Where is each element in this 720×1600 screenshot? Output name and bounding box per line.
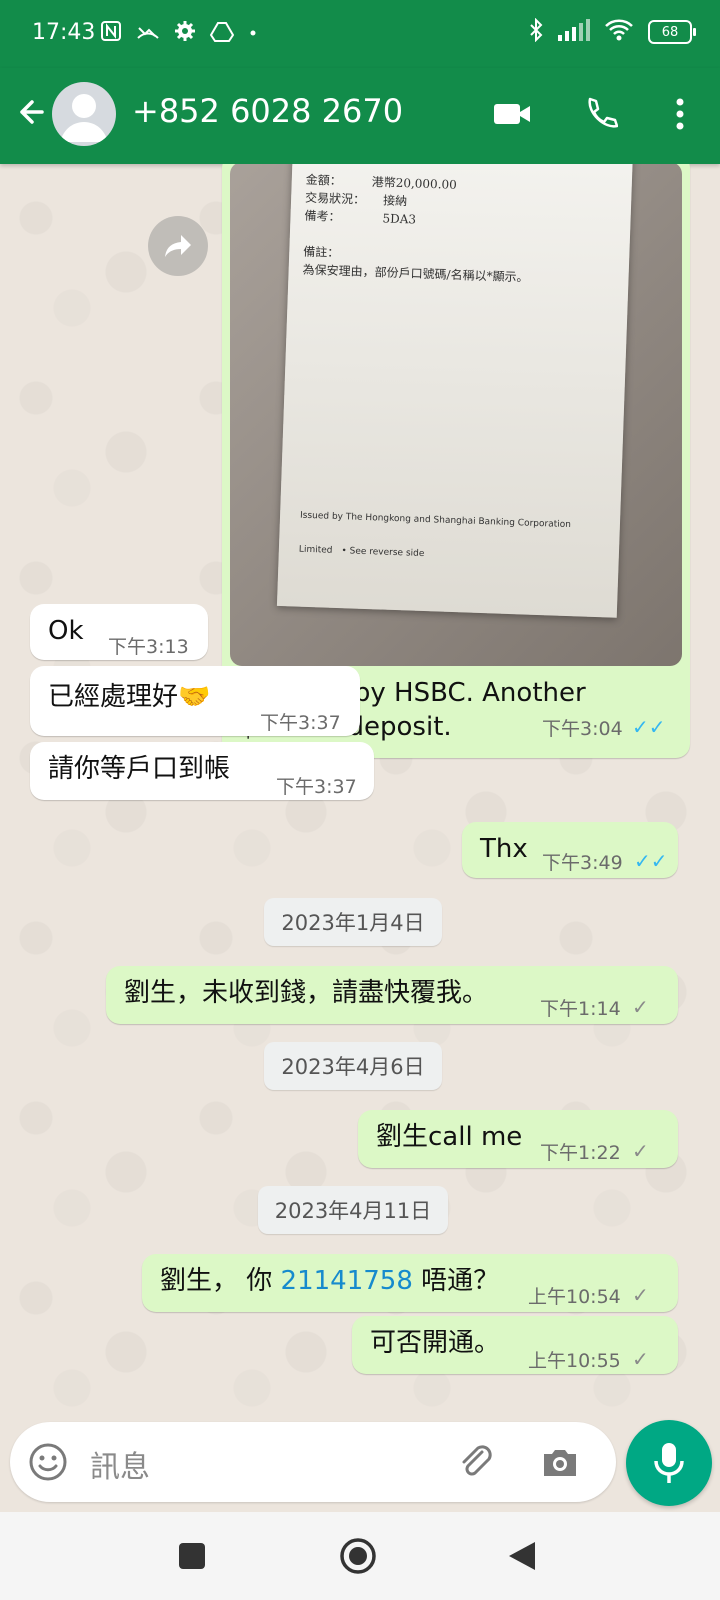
recents-icon[interactable]	[172, 1536, 212, 1576]
mic-icon	[654, 1443, 684, 1483]
receipt-footer: Issued by The Hongkong and Shanghai Bank…	[298, 510, 572, 560]
read-ticks-icon: ✓✓	[632, 715, 666, 739]
bluetooth-icon	[528, 17, 544, 46]
message-placeholder: 訊息	[90, 1450, 150, 1485]
message-text: 已經處理好🤝	[48, 682, 211, 712]
message-time: 下午1:14	[540, 998, 621, 1020]
status-time: 17:43	[32, 20, 96, 45]
signal-icon	[558, 19, 590, 45]
message-text: Thx	[480, 834, 528, 864]
more-options-icon[interactable]	[656, 90, 704, 138]
battery-icon: 68	[648, 20, 696, 44]
date-separator: 2023年4月11日	[258, 1186, 448, 1234]
read-ticks-icon: ✓✓	[634, 849, 668, 873]
back-icon[interactable]	[502, 1536, 542, 1576]
incoming-message[interactable]: 請你等戶口到帳 下午3:37	[30, 742, 374, 800]
status-bar: 17:43 68	[0, 0, 720, 68]
outgoing-message[interactable]: Thx 下午3:49 ✓✓	[462, 822, 678, 878]
home-icon[interactable]	[338, 1536, 378, 1576]
sent-tick-icon: ✓	[632, 995, 649, 1019]
receipt-paper: 金額： 港幣20,000.00 交易狀況： 接納 備考： 5DA3 備註： 為保…	[276, 164, 634, 618]
mic-button[interactable]	[626, 1420, 712, 1506]
attach-icon[interactable]	[456, 1442, 496, 1486]
emoji-icon[interactable]	[28, 1442, 68, 1486]
back-arrow-icon[interactable]	[12, 92, 52, 132]
message-text: Ok	[48, 616, 84, 646]
receipt-photo[interactable]: 金額： 港幣20,000.00 交易狀況： 接納 備考： 5DA3 備註： 為保…	[230, 164, 682, 666]
message-text-prefix: 劉生， 你	[160, 1266, 281, 1296]
message-time: 下午1:22	[540, 1142, 621, 1164]
message-time: 下午3:49	[542, 852, 623, 874]
date-separator: 2023年1月4日	[264, 898, 442, 946]
drive-icon	[209, 20, 235, 47]
camera-icon[interactable]	[540, 1442, 580, 1486]
system-nav-bar	[0, 1512, 720, 1600]
message-time: 上午10:54	[528, 1286, 621, 1308]
message-time: 上午10:55	[528, 1350, 621, 1372]
message-time: 下午3:37	[260, 712, 341, 734]
outgoing-message[interactable]: 劉生call me 下午1:22 ✓	[358, 1110, 678, 1168]
forward-icon[interactable]	[148, 216, 208, 276]
message-text: 劉生， 你 21141758 唔通？	[160, 1264, 499, 1298]
chat-header: +852 6028 2670	[0, 68, 720, 164]
missed-call-icon	[136, 20, 160, 47]
incoming-message[interactable]: Ok 下午3:13	[30, 604, 208, 660]
battery-level: 68	[661, 24, 679, 40]
dot-icon	[248, 20, 258, 47]
video-call-icon[interactable]	[488, 90, 536, 138]
nfc-icon	[100, 20, 122, 47]
message-composer: 訊息	[0, 1420, 720, 1512]
message-text: 劉生call me	[376, 1122, 523, 1152]
settings-icon	[174, 20, 196, 47]
message-text: 可否開通。	[370, 1328, 501, 1358]
contact-name[interactable]: +852 6028 2670	[132, 92, 403, 130]
message-time: 下午3:13	[108, 636, 189, 658]
message-text-suffix: 唔通？	[412, 1266, 500, 1296]
message-time: 下午3:37	[276, 776, 357, 798]
sent-tick-icon: ✓	[632, 1283, 649, 1307]
message-text: 請你等戶口到帳	[48, 754, 231, 784]
outgoing-message[interactable]: 可否開通。 上午10:55 ✓	[352, 1316, 678, 1374]
outgoing-message[interactable]: 劉生，未收到錢，請盡快覆我。 下午1:14 ✓	[106, 966, 678, 1024]
message-input[interactable]: 訊息	[10, 1422, 616, 1502]
date-separator: 2023年4月6日	[264, 1042, 442, 1090]
voice-call-icon[interactable]	[576, 90, 624, 138]
contact-avatar[interactable]	[52, 82, 116, 146]
outgoing-message[interactable]: 劉生， 你 21141758 唔通？ 上午10:54 ✓	[142, 1254, 678, 1312]
phone-number-link[interactable]: 21141758	[281, 1266, 413, 1296]
message-time: 下午3:04	[542, 718, 623, 740]
wifi-icon	[604, 18, 634, 46]
sent-tick-icon: ✓	[632, 1139, 649, 1163]
sent-tick-icon: ✓	[632, 1347, 649, 1371]
message-text: 劉生，未收到錢，請盡快覆我。	[124, 978, 489, 1008]
incoming-message[interactable]: 已經處理好🤝 下午3:37	[30, 666, 360, 736]
chat-area[interactable]: 金額： 港幣20,000.00 交易狀況： 接納 備考： 5DA3 備註： 為保…	[0, 164, 720, 1420]
